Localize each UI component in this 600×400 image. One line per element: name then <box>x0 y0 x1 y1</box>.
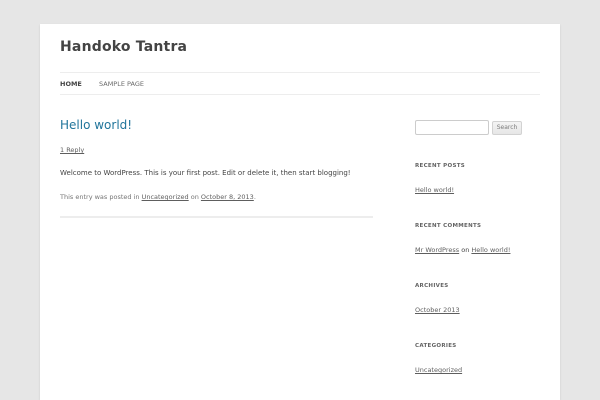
post-meta-prefix: This entry was posted in <box>60 193 142 201</box>
site-title[interactable]: Handoko Tantra <box>60 39 187 55</box>
archive-link[interactable]: October 2013 <box>415 306 460 314</box>
post-meta-on: on <box>188 193 201 201</box>
comment-on-text: on <box>459 246 472 254</box>
archives-title: Archives <box>415 283 449 289</box>
comment-author-link[interactable]: Mr WordPress <box>415 246 459 254</box>
comment-post-link[interactable]: Hello world! <box>471 246 510 254</box>
post-date-link[interactable]: October 8, 2013 <box>201 193 254 201</box>
main-navigation: Home Sample Page <box>60 72 540 95</box>
search-input[interactable] <box>415 120 489 135</box>
post-category-link[interactable]: Uncategorized <box>142 193 189 201</box>
post-title[interactable]: Hello world! <box>60 118 132 132</box>
post-content: Welcome to WordPress. This is your first… <box>60 169 351 177</box>
categories-title: Categories <box>415 343 457 349</box>
recent-posts-title: Recent Posts <box>415 163 466 169</box>
entry-divider <box>60 216 373 218</box>
post-meta: This entry was posted in Uncategorized o… <box>60 193 256 201</box>
reply-link[interactable]: 1 Reply <box>60 146 84 154</box>
nav-item-sample-page[interactable]: Sample Page <box>99 80 144 88</box>
page-container: Handoko Tantra Home Sample Page Hello wo… <box>40 24 560 400</box>
nav-item-home[interactable]: Home <box>60 80 82 88</box>
recent-post-link[interactable]: Hello world! <box>415 186 454 194</box>
search-button[interactable]: Search <box>492 121 522 135</box>
post-meta-suffix: . <box>253 193 256 201</box>
category-link[interactable]: Uncategorized <box>415 366 462 374</box>
recent-comment-item: Mr WordPress on Hello world! <box>415 246 510 254</box>
recent-comments-title: Recent Comments <box>415 223 482 229</box>
